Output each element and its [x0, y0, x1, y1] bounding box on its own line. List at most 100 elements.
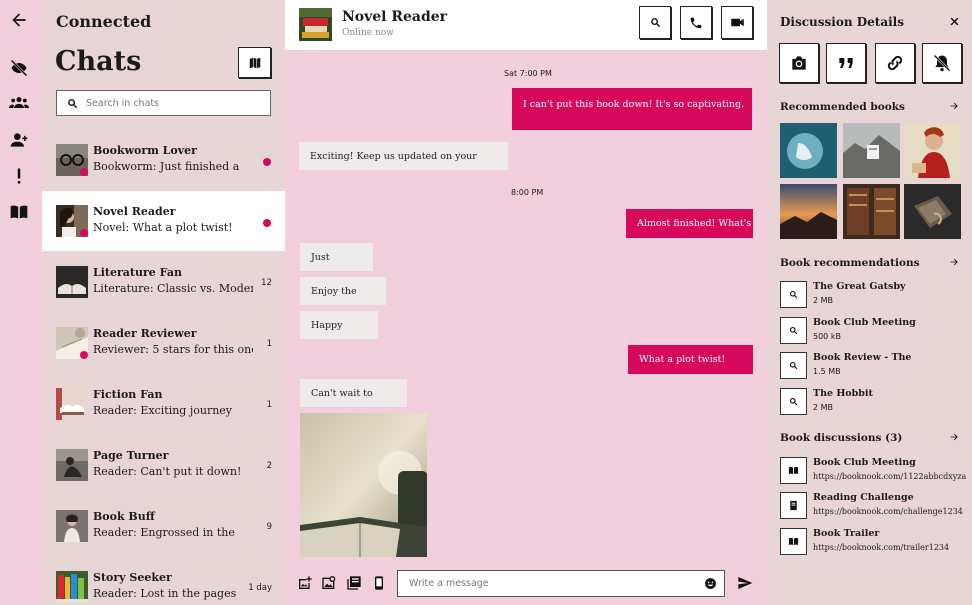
link-item[interactable]: Reading Challenge https://booknook.com/c…: [780, 492, 970, 522]
link-url: https://booknook.com/trailer1234: [813, 543, 950, 552]
nav-rail: [0, 0, 42, 605]
file-size: 500 kB: [813, 332, 841, 341]
search-button[interactable]: [639, 6, 671, 39]
search-icon: [789, 290, 798, 299]
map-button[interactable]: [238, 47, 271, 78]
link-url: https://booknook.com/1122abbcdxyza: [813, 472, 967, 481]
chat-name: Novel Reader: [93, 205, 176, 218]
book-icon: [788, 537, 799, 546]
book-thumbnail[interactable]: [904, 123, 961, 178]
bell-off-icon: [933, 54, 951, 72]
chat-name: Page Turner: [93, 449, 169, 462]
file-title: The Great Gatsby: [813, 281, 906, 292]
search-icon: [789, 361, 798, 370]
send-icon[interactable]: [737, 575, 753, 591]
link-icon: [887, 55, 903, 71]
call-button[interactable]: [680, 6, 712, 39]
book-thumbnail[interactable]: [843, 123, 900, 178]
link-url: https://booknook.com/challenge1234: [813, 507, 963, 516]
file-item[interactable]: The Great Gatsby 2 MB: [780, 281, 970, 311]
file-item[interactable]: The Hobbit 2 MB: [780, 388, 970, 418]
message-incoming: Just: [300, 243, 373, 271]
presence-dot: [80, 168, 88, 176]
link-item[interactable]: Book Club Meeting https://booknook.com/1…: [780, 457, 970, 487]
chat-name: Bookworm Lover: [93, 144, 197, 157]
alert-icon[interactable]: [8, 165, 30, 187]
file-title: The Hobbit: [813, 388, 873, 399]
chat-item-book-buff[interactable]: Book Buff Reader: Engrossed in the 9: [42, 496, 285, 556]
chat-item-page-turner[interactable]: Page Turner Reader: Can't put it down! 2: [42, 435, 285, 495]
book-thumbnail[interactable]: [843, 184, 900, 239]
file-title: Book Club Meeting: [813, 317, 916, 328]
avatar: [56, 388, 88, 420]
link-item[interactable]: Book Trailer https://booknook.com/traile…: [780, 528, 970, 558]
file-size: 2 MB: [813, 403, 834, 412]
file-title: Book Review - The: [813, 352, 912, 363]
chat-count: 2: [266, 461, 272, 471]
chat-name: Fiction Fan: [93, 388, 163, 401]
chat-preview: Bookworm: Just finished a: [93, 160, 240, 173]
search-icon: [789, 326, 798, 335]
time-stamp: Sat 7:00 PM: [504, 69, 552, 78]
conversation-panel: Novel Reader Online now Sat 7:00 PM I ca…: [285, 0, 767, 605]
link-button[interactable]: [875, 43, 915, 83]
chat-preview: Reader: Can't put it down!: [93, 465, 242, 478]
section-recommended-books: Recommended books: [780, 101, 905, 113]
book-icon: [788, 466, 799, 475]
emoji-icon[interactable]: [704, 577, 717, 590]
unread-dot: [263, 219, 271, 227]
image-search-icon[interactable]: [321, 575, 337, 591]
add-photo-icon[interactable]: [297, 575, 313, 591]
mute-button[interactable]: [922, 43, 962, 83]
chat-item-novel-reader[interactable]: Novel Reader Novel: What a plot twist!: [42, 191, 285, 251]
quote-button[interactable]: [826, 43, 866, 83]
arrow-right-icon[interactable]: [949, 432, 959, 442]
library-icon[interactable]: [346, 575, 362, 591]
chat-count: 1: [266, 339, 272, 349]
file-size: 2 MB: [813, 296, 834, 305]
close-icon[interactable]: [950, 17, 959, 26]
book-thumbnail[interactable]: [780, 123, 837, 178]
video-call-button[interactable]: [721, 6, 753, 39]
camera-button[interactable]: [779, 43, 819, 83]
message-outgoing: What a plot twist!: [628, 345, 753, 374]
time-stamp: 8:00 PM: [511, 188, 544, 197]
brand-title: Connected: [56, 12, 152, 31]
section-book-recommendations: Book recommendations: [780, 257, 920, 269]
chat-preview: Reviewer: 5 stars for this one: [93, 343, 253, 356]
chat-item-story-seeker[interactable]: Story Seeker Reader: Lost in the pages 1…: [42, 557, 285, 605]
search-icon: [68, 98, 78, 108]
hidden-eye-icon[interactable]: [8, 57, 30, 79]
message-input[interactable]: Write a message: [397, 570, 725, 597]
avatar: [299, 8, 332, 41]
book-thumbnail[interactable]: [780, 184, 837, 239]
chat-item-reader-reviewer[interactable]: Reader Reviewer Reviewer: 5 stars for th…: [42, 313, 285, 373]
arrow-right-icon[interactable]: [949, 257, 959, 267]
device-icon[interactable]: [371, 575, 387, 591]
search-input[interactable]: Search in chats: [56, 90, 271, 116]
page-title: Chats: [55, 46, 142, 77]
back-arrow-icon[interactable]: [8, 9, 30, 31]
file-item[interactable]: Book Review - The 1.5 MB: [780, 352, 970, 382]
message-outgoing: I can't put this book down! It's so capt…: [512, 88, 752, 130]
chat-name: Book Buff: [93, 510, 155, 523]
search-icon: [789, 397, 798, 406]
chat-item-bookworm-lover[interactable]: Bookworm Lover Bookworm: Just finished a: [42, 130, 285, 190]
conversation-title: Novel Reader: [342, 9, 448, 25]
chat-item-literature-fan[interactable]: Literature Fan Literature: Classic vs. M…: [42, 252, 285, 312]
book-icon[interactable]: [8, 201, 30, 223]
arrow-right-icon[interactable]: [949, 101, 959, 111]
chat-preview: Novel: What a plot twist!: [93, 221, 233, 234]
message-incoming: Enjoy the: [300, 277, 386, 305]
presence-dot: [80, 229, 88, 237]
book-thumbnail[interactable]: [904, 184, 961, 239]
link-title: Book Club Meeting: [813, 457, 916, 468]
group-icon[interactable]: [8, 92, 30, 114]
chat-item-fiction-fan[interactable]: Fiction Fan Reader: Exciting journey 1: [42, 374, 285, 434]
chat-name: Literature Fan: [93, 266, 182, 279]
add-person-icon[interactable]: [8, 129, 30, 151]
file-item[interactable]: Book Club Meeting 500 kB: [780, 317, 970, 347]
message-photo[interactable]: [300, 413, 427, 557]
quote-icon: [839, 58, 853, 68]
search-placeholder: Search in chats: [86, 97, 160, 109]
